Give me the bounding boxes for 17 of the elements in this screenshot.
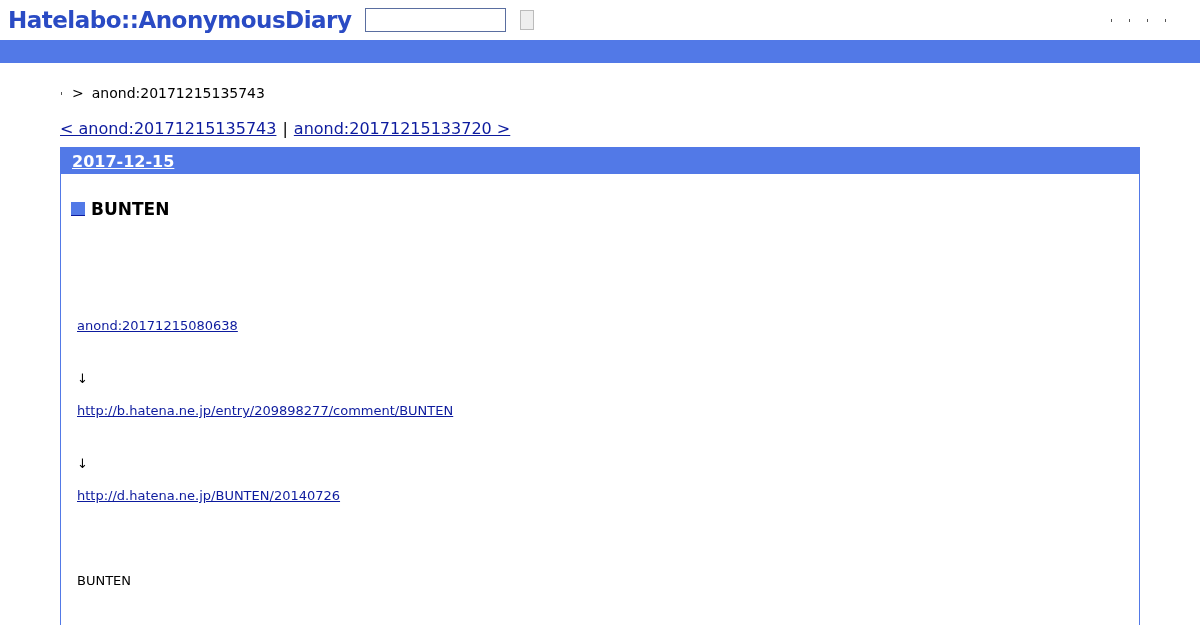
- site-logo[interactable]: Hatelabo::AnonymousDiary: [8, 7, 352, 33]
- entry-text: ↓: [77, 456, 88, 472]
- entry-text: BUNTEN: [77, 573, 132, 589]
- breadcrumb-separator: >: [72, 85, 84, 101]
- entry-title: BUNTEN: [91, 199, 170, 219]
- breadcrumb-current: anond:20171215135743: [91, 85, 265, 101]
- search-button[interactable]: [520, 10, 535, 30]
- search-field[interactable]: [365, 8, 507, 32]
- pager-separator: |: [282, 119, 288, 138]
- entry-link[interactable]: anond:20171215080638: [77, 318, 238, 333]
- date-link[interactable]: 2017-12-15: [72, 151, 175, 171]
- entry-text: ↓: [77, 371, 88, 387]
- entry-link[interactable]: http://b.hatena.ne.jp/entry/209898277/comment/BUNTEN: [77, 403, 454, 418]
- next-link[interactable]: anond:20171215133720 >: [293, 119, 511, 138]
- entry-link[interactable]: http://d.hatena.ne.jp/BUNTEN/20140726: [77, 488, 341, 503]
- previous-link[interactable]: < anond:20171215135743: [60, 119, 277, 138]
- permalink-square-icon[interactable]: [71, 202, 85, 216]
